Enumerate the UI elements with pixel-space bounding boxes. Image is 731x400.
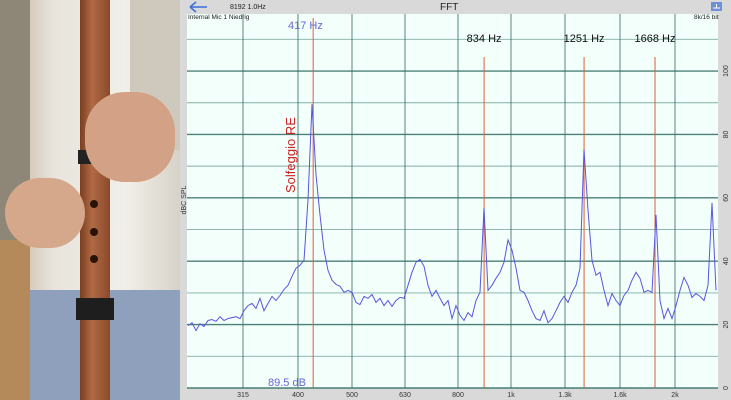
peak-frequency-label: 417 Hz	[288, 20, 323, 32]
plot-area	[187, 14, 718, 388]
y-tick-label: 80	[723, 130, 730, 138]
marker-label: 834 Hz	[467, 33, 502, 45]
format-info: 8k/16 bit	[694, 14, 719, 21]
x-tick-label: 315	[237, 392, 249, 399]
marker-label: 1251 Hz	[564, 33, 605, 45]
share-button[interactable]	[711, 2, 722, 11]
x-tick-label: 1.3k	[558, 392, 572, 399]
y-tick-label: 20	[723, 321, 730, 329]
back-button[interactable]	[189, 1, 207, 13]
marker-label: 1668 Hz	[635, 33, 676, 45]
y-tick-label: 100	[723, 65, 730, 77]
y-axis-label: dBC SPL	[181, 185, 188, 214]
x-tick-label: 400	[292, 392, 304, 399]
x-tick-label: 800	[452, 392, 464, 399]
arrow-left-icon	[189, 1, 207, 13]
fft-chart: 834 Hz 1251 Hz 1668 Hz 315 400 500 630 800 1k 1.…	[181, 1, 730, 399]
fft-info: 8192 1.0Hz	[230, 4, 266, 11]
annotation-solfeggio: Solfeggio RE	[283, 117, 298, 193]
x-tick-label: 2k	[671, 392, 679, 399]
window-title: FFT	[440, 2, 459, 13]
x-tick-label: 630	[399, 392, 411, 399]
input-source[interactable]: Internal Mic 1 Niedrig	[188, 14, 249, 21]
y-tick-label: 60	[723, 194, 730, 202]
y-tick-label: 40	[723, 257, 730, 265]
peak-level-label: 89.5 dB	[268, 377, 306, 389]
x-tick-label: 1k	[507, 392, 515, 399]
x-tick-label: 500	[346, 392, 358, 399]
y-tick-label: 0	[723, 386, 730, 390]
x-tick-label: 1.6k	[613, 392, 627, 399]
